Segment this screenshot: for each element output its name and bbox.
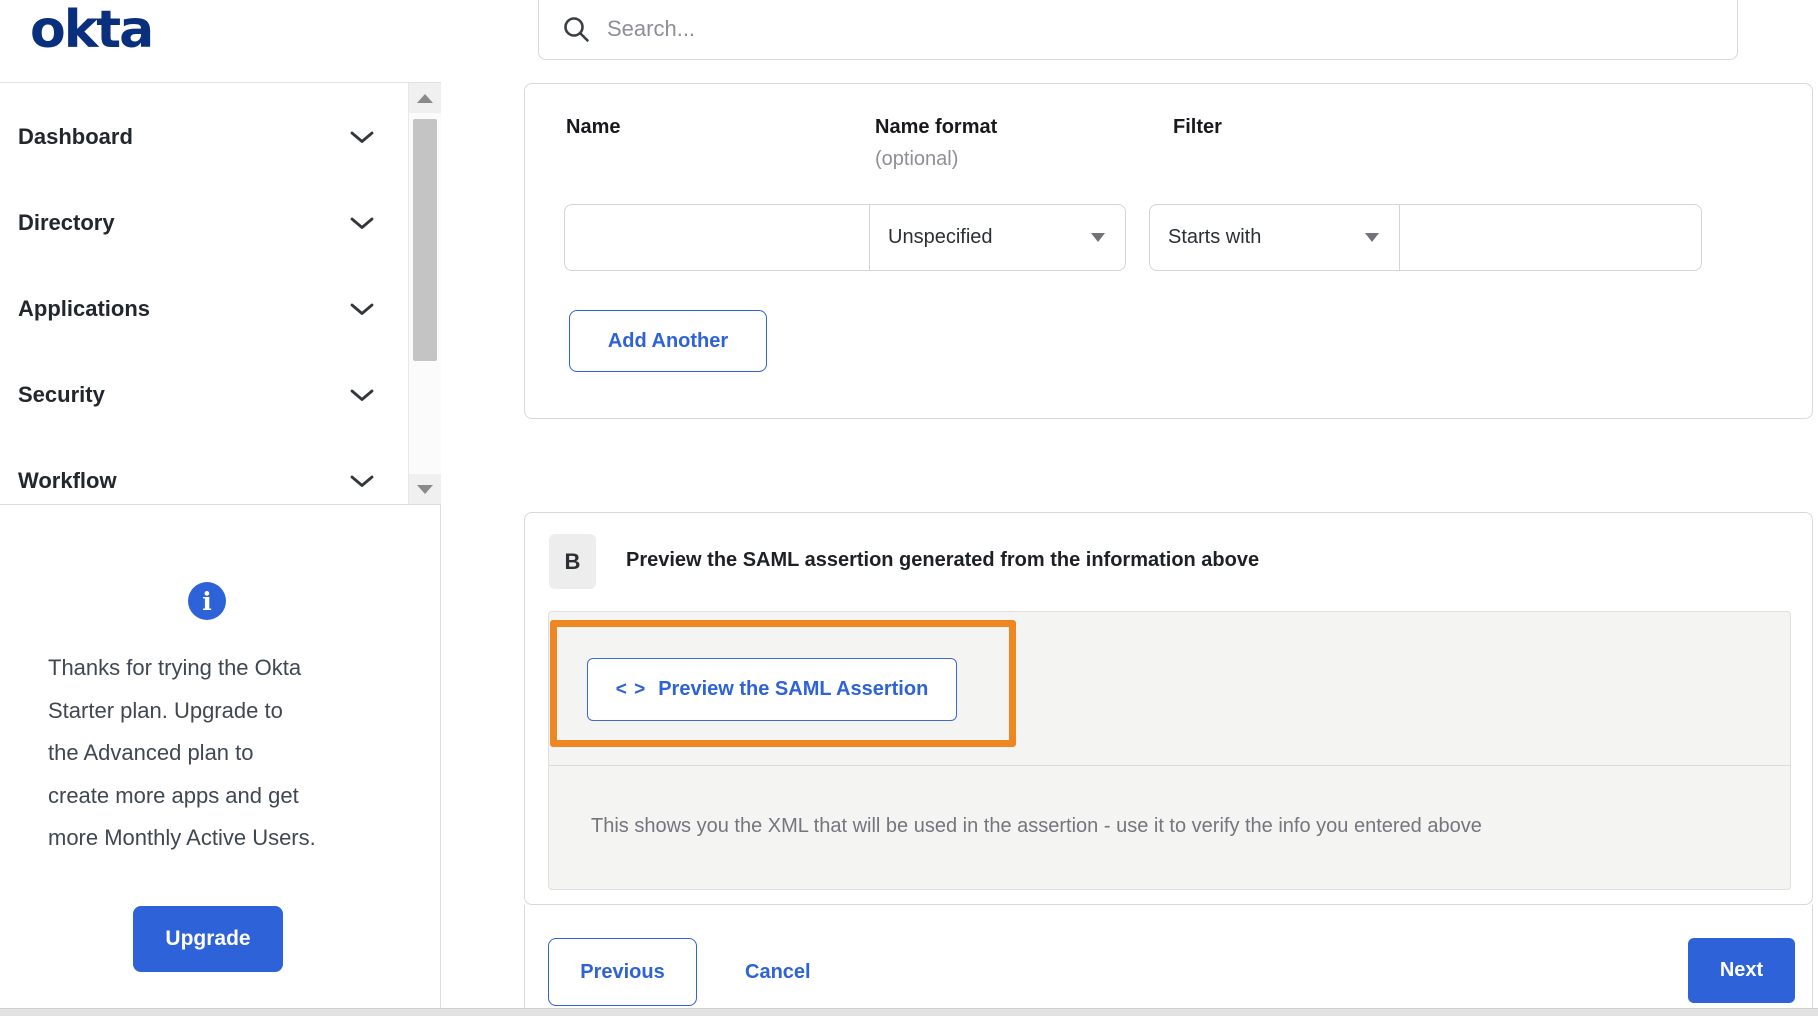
filter-label: Filter (1173, 116, 1222, 138)
search-input[interactable] (607, 16, 1717, 42)
upsell-text: Thanks for trying the Okta Starter plan.… (48, 655, 316, 850)
preview-description: This shows you the XML that will be used… (591, 815, 1482, 837)
dropdown-caret-icon (1091, 233, 1105, 242)
okta-admin-screen: okta Dashboard Directory Applications Se… (0, 0, 1818, 1016)
window-bottom-edge (0, 1008, 1818, 1016)
preview-section-heading: Preview the SAML assertion generated fro… (626, 549, 1260, 571)
triangle-up-icon (417, 93, 433, 103)
name-input[interactable] (564, 204, 870, 271)
chevron-down-icon (350, 217, 374, 229)
step-b-badge: B (549, 534, 596, 589)
scrollbar-thumb[interactable] (413, 119, 437, 361)
filter-type-select[interactable]: Starts with (1149, 204, 1400, 271)
filter-type-value: Starts with (1168, 226, 1262, 248)
preview-saml-card: B Preview the SAML assertion generated f… (524, 512, 1813, 905)
name-format-label: Name format (875, 116, 998, 138)
code-icon: < > (615, 678, 647, 700)
scroll-down-button[interactable] (409, 474, 441, 504)
info-icon: i (188, 582, 226, 620)
next-button[interactable]: Next (1688, 938, 1795, 1003)
sidebar-item-dashboard[interactable]: Dashboard (0, 94, 408, 180)
name-format-optional-label: (optional) (875, 148, 959, 170)
upgrade-button[interactable]: Upgrade (133, 906, 283, 972)
sidebar-item-security[interactable]: Security (0, 352, 408, 438)
name-format-value: Unspecified (888, 226, 993, 248)
sidebar-item-label: Dashboard (18, 124, 133, 149)
chevron-down-icon (350, 303, 374, 315)
chevron-down-icon (350, 389, 374, 401)
cancel-link[interactable]: Cancel (745, 938, 811, 1006)
add-another-button[interactable]: Add Another (569, 310, 767, 372)
wizard-footer: Previous Cancel Next (524, 905, 1813, 1008)
panel-divider (549, 765, 1790, 766)
previous-button[interactable]: Previous (548, 938, 697, 1006)
name-label: Name (566, 116, 621, 138)
info-icon-glyph: i (202, 586, 212, 616)
sidebar-nav: Dashboard Directory Applications Securit… (0, 82, 441, 505)
triangle-down-icon (417, 484, 433, 494)
search-bar (538, 0, 1738, 60)
preview-saml-button-label: Preview the SAML Assertion (658, 678, 929, 700)
chevron-down-icon (350, 131, 374, 143)
attribute-statements-card: Name Name format (optional) Filter Unspe… (524, 83, 1813, 419)
name-format-select[interactable]: Unspecified (869, 204, 1126, 271)
filter-value-input[interactable] (1399, 204, 1702, 271)
okta-logo: okta (30, 0, 154, 60)
sidebar-item-label: Applications (18, 296, 151, 321)
sidebar-scrollbar[interactable] (408, 83, 441, 504)
sidebar-item-label: Directory (18, 210, 115, 235)
chevron-down-icon (350, 475, 374, 487)
sidebar-item-label: Security (18, 382, 105, 407)
sidebar-item-workflow[interactable]: Workflow (0, 438, 408, 504)
preview-panel: < > Preview the SAML Assertion This show… (548, 611, 1791, 890)
preview-saml-button[interactable]: < > Preview the SAML Assertion (587, 658, 957, 721)
dropdown-caret-icon (1365, 233, 1379, 242)
sidebar-item-directory[interactable]: Directory (0, 180, 408, 266)
sidebar-item-applications[interactable]: Applications (0, 266, 408, 352)
sidebar-item-label: Workflow (18, 468, 117, 493)
search-icon (564, 17, 589, 42)
scroll-up-button[interactable] (409, 83, 441, 113)
